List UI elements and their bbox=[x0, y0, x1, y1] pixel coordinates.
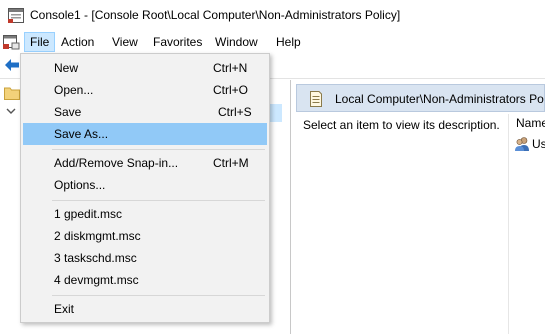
column-header-name[interactable]: Name bbox=[516, 116, 545, 130]
file-menu-dropdown: New Ctrl+N Open... Ctrl+O Save Ctrl+S Sa… bbox=[20, 53, 270, 323]
menu-item-recent-2[interactable]: 2 diskmgmt.msc bbox=[23, 225, 267, 247]
menu-item-open[interactable]: Open... Ctrl+O bbox=[23, 79, 267, 101]
menu-item-add-remove-snap-in[interactable]: Add/Remove Snap-in... Ctrl+M bbox=[23, 152, 267, 174]
back-arrow-icon[interactable] bbox=[4, 58, 20, 72]
menu-separator bbox=[52, 295, 265, 296]
menu-item-new[interactable]: New Ctrl+N bbox=[23, 57, 267, 79]
console-icon bbox=[8, 8, 24, 23]
menu-item-shortcut: Ctrl+S bbox=[218, 105, 252, 119]
policy-document-icon bbox=[310, 91, 322, 107]
menu-item-recent-3[interactable]: 3 taskschd.msc bbox=[23, 247, 267, 269]
menu-window[interactable]: Window bbox=[210, 32, 263, 52]
column-divider[interactable] bbox=[508, 114, 509, 334]
menu-favorites[interactable]: Favorites bbox=[148, 32, 207, 52]
menu-item-label: 4 devmgmt.msc bbox=[54, 273, 139, 287]
menu-item-label: Save As... bbox=[54, 127, 109, 141]
menu-item-label: Options... bbox=[54, 178, 106, 192]
menu-item-label: 2 diskmgmt.msc bbox=[54, 229, 141, 243]
menu-item-exit[interactable]: Exit bbox=[23, 298, 267, 320]
menu-item-shortcut: Ctrl+M bbox=[213, 156, 249, 170]
menu-action[interactable]: Action bbox=[56, 32, 99, 52]
menu-item-recent-1[interactable]: 1 gpedit.msc bbox=[23, 203, 267, 225]
console-document-icon[interactable] bbox=[3, 34, 20, 50]
chevron-down-icon[interactable] bbox=[6, 107, 16, 115]
result-panel: Local Computer\Non-Administrators Po Sel… bbox=[296, 80, 545, 334]
menu-item-save[interactable]: Save Ctrl+S bbox=[23, 101, 267, 123]
list-item-label: Us bbox=[532, 137, 545, 151]
menu-item-label: Add/Remove Snap-in... bbox=[54, 156, 179, 170]
menu-item-label: 3 taskschd.msc bbox=[54, 251, 137, 265]
users-icon bbox=[515, 137, 529, 151]
menu-item-label: 1 gpedit.msc bbox=[54, 207, 123, 221]
menu-separator bbox=[52, 149, 265, 150]
folder-icon bbox=[4, 87, 20, 100]
menu-bar: File Action View Favorites Window Help bbox=[0, 31, 545, 53]
result-panel-title: Local Computer\Non-Administrators Po bbox=[335, 92, 544, 106]
menu-item-recent-4[interactable]: 4 devmgmt.msc bbox=[23, 269, 267, 291]
menu-item-label: Exit bbox=[54, 302, 75, 316]
title-bar: Console1 - [Console Root\Local Computer\… bbox=[0, 0, 545, 31]
description-text: Select an item to view its description. bbox=[303, 118, 500, 132]
menu-item-label: Save bbox=[54, 105, 82, 119]
menu-item-label: Open... bbox=[54, 83, 94, 97]
menu-item-options[interactable]: Options... bbox=[23, 174, 267, 196]
menu-help[interactable]: Help bbox=[271, 32, 306, 52]
menu-view[interactable]: View bbox=[107, 32, 143, 52]
window-title: Console1 - [Console Root\Local Computer\… bbox=[30, 8, 401, 22]
menu-file[interactable]: File bbox=[24, 32, 56, 52]
menu-separator bbox=[52, 200, 265, 201]
menu-item-shortcut: Ctrl+N bbox=[213, 61, 248, 75]
menu-item-save-as[interactable]: Save As... bbox=[23, 123, 267, 145]
result-panel-header: Local Computer\Non-Administrators Po bbox=[296, 84, 545, 112]
menu-item-shortcut: Ctrl+O bbox=[213, 83, 249, 97]
menu-item-label: New bbox=[54, 61, 79, 75]
